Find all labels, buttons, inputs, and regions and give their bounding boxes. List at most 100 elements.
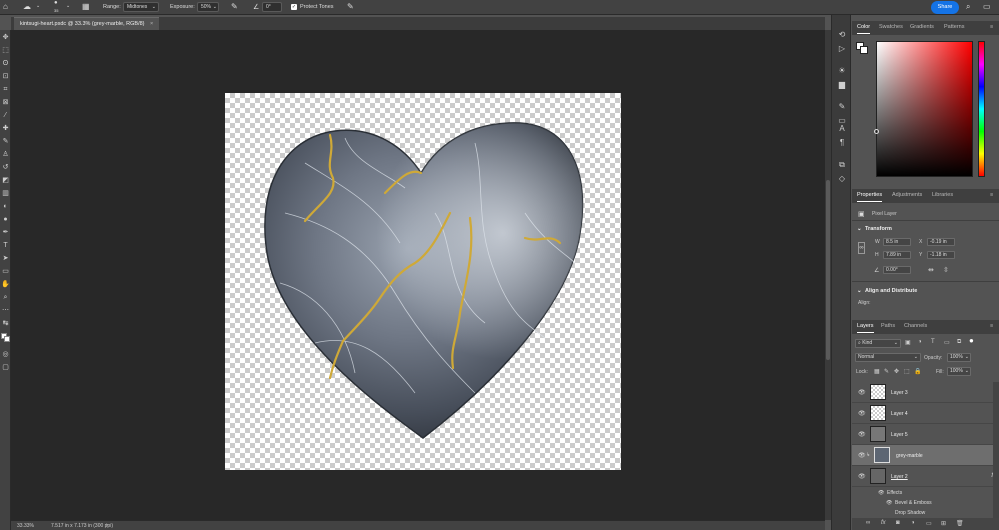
move-tool-icon[interactable]: ✥ — [1, 33, 10, 42]
filter-toggle-icon[interactable]: ● — [969, 336, 974, 345]
share-button[interactable]: Share — [931, 1, 959, 14]
history-panel-icon[interactable]: ⟲ — [837, 30, 847, 40]
glyphs-panel-icon[interactable]: ⧉ — [837, 160, 847, 170]
tab-gradients[interactable]: Gradients — [910, 24, 934, 30]
transform-chevron-icon[interactable]: ⌄ — [857, 226, 862, 232]
add-mask-icon[interactable]: ◙ — [896, 520, 900, 526]
chevron-down-icon[interactable]: ⌄ — [36, 3, 40, 9]
levels-panel-icon[interactable]: ▆ — [837, 80, 847, 90]
status-menu-chevron-icon[interactable]: › — [106, 522, 108, 528]
add-fx-icon[interactable]: fx — [881, 520, 886, 526]
tab-adjustments[interactable]: Adjustments — [892, 192, 922, 198]
dodge-tool-icon[interactable]: ● — [1, 215, 10, 224]
zoom-tool-icon[interactable]: ⌕ — [1, 293, 10, 302]
visibility-eye-icon[interactable]: 👁 — [858, 389, 866, 396]
filter-adjustment-icon[interactable]: ◑ — [918, 339, 922, 345]
blend-mode-select[interactable]: Normal ⌄ — [855, 353, 921, 362]
tab-paths[interactable]: Paths — [881, 323, 895, 329]
effect-drop-shadow[interactable]: Drop Shadow — [895, 510, 925, 516]
x-input[interactable]: -0.19 in — [927, 238, 955, 246]
y-input[interactable]: -1.18 in — [927, 251, 955, 259]
angle-input[interactable]: 0° — [262, 2, 282, 12]
flip-vertical-icon[interactable]: ⇳ — [943, 266, 949, 274]
brush-tool-icon[interactable]: ✎ — [1, 137, 10, 146]
rectangle-tool-icon[interactable]: ▭ — [1, 267, 10, 276]
flip-horizontal-icon[interactable]: ⇹ — [928, 266, 934, 274]
quick-mask-icon[interactable]: ◎ — [1, 350, 10, 359]
color-picker-ring[interactable] — [874, 129, 879, 134]
actions-panel-icon[interactable]: ▷ — [837, 44, 847, 54]
zoom-level[interactable]: 33.33% — [17, 523, 34, 529]
visibility-eye-icon[interactable]: 👁 — [858, 431, 866, 438]
fill-input[interactable]: 100% ⌄ — [947, 367, 971, 376]
healing-brush-tool-icon[interactable]: ✚ — [1, 124, 10, 133]
character-panel-icon[interactable]: A — [837, 124, 847, 134]
link-layers-icon[interactable]: ∞ — [866, 520, 870, 526]
height-input[interactable]: 7.89 in — [883, 251, 911, 259]
airbrush-icon[interactable]: ✎ — [231, 2, 238, 11]
filter-pixel-icon[interactable]: ▣ — [905, 339, 911, 346]
rotation-input[interactable]: 0.00° — [883, 266, 911, 274]
hue-slider[interactable] — [978, 41, 985, 177]
layer-row[interactable]: 👁 Layer 2 fx — [852, 466, 999, 487]
marquee-tool-icon[interactable]: ⬚ — [1, 46, 10, 55]
background-color-swatch[interactable] — [4, 336, 10, 342]
width-input[interactable]: 8.5 in — [883, 238, 911, 246]
opacity-input[interactable]: 100% ⌄ — [947, 353, 971, 362]
pen-tool-icon[interactable]: ✒ — [1, 228, 10, 237]
lock-artboard-icon[interactable]: ⬚ — [904, 368, 910, 375]
lock-all-icon[interactable]: 🔒 — [914, 368, 921, 375]
close-icon[interactable]: × — [150, 21, 153, 27]
pressure-icon[interactable]: ✎ — [347, 2, 354, 11]
tab-swatches[interactable]: Swatches — [879, 24, 903, 30]
object-select-tool-icon[interactable]: ⊡ — [1, 72, 10, 81]
document-tab[interactable]: kintsugi-heart.psdc @ 33.3% (grey-marble… — [14, 17, 160, 30]
history-brush-tool-icon[interactable]: ↺ — [1, 163, 10, 172]
tab-color[interactable]: Color — [857, 24, 871, 34]
document-canvas[interactable] — [225, 93, 621, 470]
range-select[interactable]: Midtones ⌄ — [123, 2, 159, 12]
filter-type-icon[interactable]: T — [931, 339, 935, 345]
protect-tones-checkbox[interactable]: ✓ — [291, 4, 297, 10]
paths-panel-icon[interactable]: ◇ — [837, 174, 847, 184]
clone-stamp-tool-icon[interactable]: ♙ — [1, 150, 10, 159]
layer-row[interactable]: 👁 Layer 4 — [852, 403, 999, 424]
panel-menu-icon[interactable]: ≡ — [990, 323, 993, 329]
crop-tool-icon[interactable]: ⌗ — [1, 85, 10, 94]
edit-toolbar-icon[interactable]: ↹ — [1, 319, 10, 328]
filter-shape-icon[interactable]: ▭ — [944, 339, 950, 346]
effect-eye-icon[interactable]: 👁 — [886, 500, 892, 506]
layer-filter-select[interactable]: ⌕ Kind ⌄ — [855, 339, 901, 348]
lock-transparent-icon[interactable]: ▦ — [874, 368, 880, 375]
lock-image-icon[interactable]: ✎ — [884, 368, 889, 375]
visibility-eye-icon[interactable]: 👁 — [858, 452, 866, 459]
visibility-eye-icon[interactable]: 👁 — [858, 473, 866, 480]
screen-mode-icon[interactable]: ▢ — [1, 363, 10, 372]
tab-libraries[interactable]: Libraries — [932, 192, 953, 198]
brush-preview-icon[interactable]: ● — [54, 0, 58, 6]
new-layer-icon[interactable]: ⊞ — [941, 520, 946, 527]
brush-settings-icon[interactable]: ▦ — [82, 2, 90, 11]
tab-properties[interactable]: Properties — [857, 192, 883, 202]
layer-row[interactable]: 👁 Layer 3 — [852, 382, 999, 403]
color-bg-swatch[interactable] — [860, 46, 868, 54]
layer-row-selected[interactable]: 👁 ↳ grey-marble — [852, 445, 999, 466]
path-selection-tool-icon[interactable]: ➤ — [1, 254, 10, 263]
lasso-tool-icon[interactable]: ʘ — [1, 59, 10, 68]
brush-picker-chevron-icon[interactable]: ⌄ — [66, 3, 70, 9]
more-tools-icon[interactable]: ⋯ — [1, 306, 10, 315]
gradient-tool-icon[interactable]: ▥ — [1, 189, 10, 198]
visibility-eye-icon[interactable]: 👁 — [858, 410, 866, 417]
type-tool-icon[interactable]: T — [1, 241, 10, 250]
scrollbar-thumb[interactable] — [826, 180, 830, 360]
frame-tool-icon[interactable]: ⊠ — [1, 98, 10, 107]
filter-smart-object-icon[interactable]: ⧉ — [957, 339, 961, 346]
blur-tool-icon[interactable]: ◐ — [1, 202, 10, 211]
tab-layers[interactable]: Layers — [857, 323, 874, 333]
layers-scrollbar[interactable] — [993, 382, 999, 522]
tab-patterns[interactable]: Patterns — [944, 24, 964, 30]
link-icon[interactable]: ∞ — [858, 242, 865, 254]
eyedropper-tool-icon[interactable]: ⁄ — [1, 111, 10, 120]
effects-eye-icon[interactable]: 👁 — [878, 490, 884, 496]
search-icon[interactable]: ⌕ — [966, 2, 970, 12]
